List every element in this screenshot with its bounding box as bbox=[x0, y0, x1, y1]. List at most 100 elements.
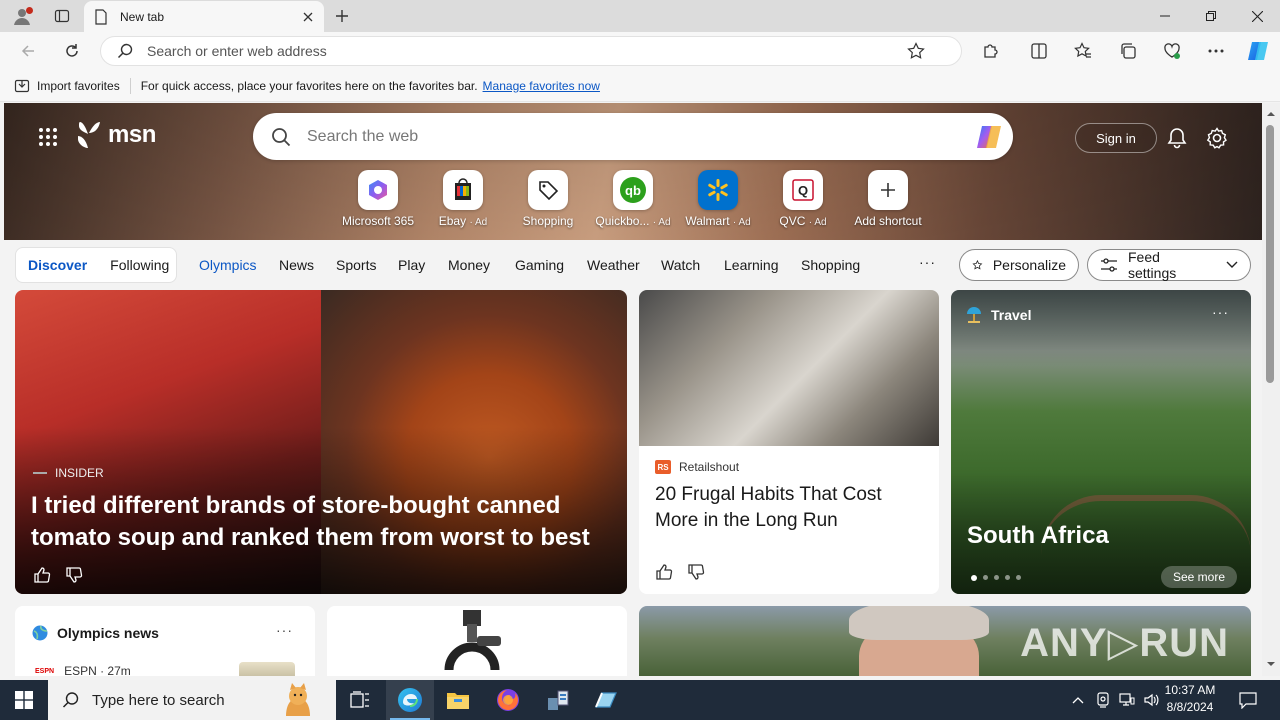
category-learning[interactable]: Learning bbox=[724, 257, 779, 273]
performance-button[interactable] bbox=[1157, 37, 1187, 65]
favorites-bar: Import favorites For quick access, place… bbox=[0, 70, 1280, 102]
waffle-icon bbox=[39, 128, 57, 146]
collections-button[interactable] bbox=[1113, 37, 1143, 65]
product-card[interactable] bbox=[327, 606, 627, 676]
taskbar-search[interactable]: Type here to search bbox=[48, 680, 336, 720]
olympics-news-title: Olympics news bbox=[57, 625, 159, 641]
personalize-button[interactable]: Personalize bbox=[959, 249, 1079, 281]
web-search-input[interactable] bbox=[307, 127, 947, 146]
add-shortcut-button[interactable]: Add shortcut bbox=[845, 170, 931, 228]
shortcut-walmart[interactable]: Walmart · Ad bbox=[675, 170, 761, 228]
thumbs-down-icon[interactable] bbox=[65, 566, 83, 584]
copilot-icon[interactable] bbox=[973, 121, 1005, 153]
page-scrollbar[interactable] bbox=[1262, 103, 1280, 676]
action-center-button[interactable] bbox=[1234, 680, 1262, 720]
espn-logo: ESPN bbox=[35, 667, 55, 675]
start-button[interactable] bbox=[0, 680, 48, 720]
copilot-icon bbox=[1248, 42, 1268, 60]
taskbar-eraser-app[interactable] bbox=[582, 680, 630, 720]
article-title[interactable]: 20 Frugal Habits That Cost More in the L… bbox=[655, 482, 925, 534]
app-launcher-button[interactable] bbox=[38, 127, 58, 150]
taskbar-network-app[interactable] bbox=[534, 680, 582, 720]
tab-following[interactable]: Following bbox=[110, 257, 169, 273]
scroll-up-arrow-icon[interactable] bbox=[1266, 109, 1276, 119]
category-watch[interactable]: Watch bbox=[661, 257, 700, 273]
category-money[interactable]: Money bbox=[448, 257, 490, 273]
manage-favorites-link[interactable]: Manage favorites now bbox=[483, 79, 600, 93]
split-screen-button[interactable] bbox=[1024, 37, 1054, 65]
thumbs-up-icon[interactable] bbox=[655, 563, 673, 581]
favorites-button[interactable] bbox=[1068, 37, 1098, 65]
task-view-button[interactable] bbox=[336, 680, 384, 720]
tab-actions-button[interactable] bbox=[48, 4, 76, 28]
tab-new-tab[interactable]: New tab bbox=[84, 1, 324, 32]
category-gaming[interactable]: Gaming bbox=[515, 257, 564, 273]
favorite-star-icon[interactable] bbox=[907, 42, 925, 60]
category-sports[interactable]: Sports bbox=[336, 257, 376, 273]
copilot-button[interactable] bbox=[1243, 37, 1273, 65]
more-categories-button[interactable]: ··· bbox=[919, 254, 936, 270]
ad-label: · Ad bbox=[652, 217, 671, 228]
import-favorites-label: Import favorites bbox=[37, 78, 120, 93]
tab-discover[interactable]: Discover bbox=[28, 257, 87, 273]
taskbar-clock[interactable]: 10:37 AM 8/8/2024 bbox=[1160, 682, 1220, 718]
import-favorites-button[interactable]: Import favorites bbox=[14, 78, 120, 94]
scroll-down-arrow-icon[interactable] bbox=[1266, 659, 1276, 669]
travel-place-title[interactable]: South Africa bbox=[967, 522, 1109, 550]
extensions-button[interactable] bbox=[976, 37, 1006, 65]
category-play[interactable]: Play bbox=[398, 257, 425, 273]
notifications-button[interactable] bbox=[1164, 125, 1190, 151]
restore-button[interactable] bbox=[1188, 0, 1234, 32]
article-title[interactable]: I tried different brands of store-bought… bbox=[31, 490, 611, 554]
featured-article-card[interactable]: INSIDER I tried different brands of stor… bbox=[15, 290, 627, 594]
web-search-box[interactable] bbox=[253, 113, 1013, 160]
article-card[interactable]: RS Retailshout 20 Frugal Habits That Cos… bbox=[639, 290, 939, 594]
minimize-button[interactable] bbox=[1142, 0, 1188, 32]
page-settings-button[interactable] bbox=[1204, 125, 1230, 151]
category-olympics[interactable]: Olympics bbox=[199, 257, 257, 273]
refresh-button[interactable] bbox=[58, 37, 86, 65]
shortcut-quickbooks[interactable]: qb Quickbo... · Ad bbox=[590, 170, 676, 228]
travel-header: Travel bbox=[965, 306, 1031, 324]
shortcut-ebay[interactable]: Ebay · Ad bbox=[420, 170, 506, 228]
settings-more-button[interactable] bbox=[1201, 37, 1231, 65]
feed-settings-button[interactable]: Feed settings bbox=[1087, 249, 1251, 281]
card-more-button[interactable]: ··· bbox=[276, 622, 293, 638]
more-horizontal-icon bbox=[1208, 49, 1224, 53]
category-shopping[interactable]: Shopping bbox=[801, 257, 860, 273]
shortcut-microsoft-365[interactable]: Microsoft 365 bbox=[335, 170, 421, 228]
shortcut-label: Shopping bbox=[522, 214, 574, 228]
address-bar[interactable] bbox=[100, 36, 962, 66]
new-tab-button[interactable] bbox=[330, 4, 354, 28]
scrollbar-thumb[interactable] bbox=[1266, 125, 1274, 383]
taskbar-file-explorer[interactable] bbox=[434, 680, 482, 720]
volume-button[interactable] bbox=[1140, 680, 1162, 720]
notification-center-icon bbox=[1239, 692, 1257, 709]
sign-in-button[interactable]: Sign in bbox=[1075, 123, 1157, 153]
card-more-button[interactable]: ··· bbox=[1212, 304, 1229, 320]
taskbar-firefox[interactable] bbox=[484, 680, 532, 720]
profile-button[interactable] bbox=[8, 4, 36, 28]
see-more-button[interactable]: See more bbox=[1160, 566, 1237, 588]
close-window-button[interactable] bbox=[1234, 0, 1280, 32]
title-bar: New tab bbox=[0, 0, 1280, 32]
network-status-button[interactable] bbox=[1116, 680, 1138, 720]
address-input[interactable] bbox=[147, 43, 907, 59]
category-weather[interactable]: Weather bbox=[587, 257, 640, 273]
msn-logo[interactable]: msn bbox=[76, 120, 156, 150]
back-button[interactable] bbox=[14, 37, 42, 65]
photo-article-card[interactable]: ANY▷RUN bbox=[639, 606, 1251, 676]
shortcut-shopping[interactable]: Shopping bbox=[505, 170, 591, 228]
category-news[interactable]: News bbox=[279, 257, 314, 273]
tray-app-icon[interactable] bbox=[1092, 680, 1114, 720]
show-hidden-icons-button[interactable] bbox=[1066, 680, 1090, 720]
travel-card[interactable]: Travel ··· South Africa See more bbox=[951, 290, 1251, 594]
close-tab-icon[interactable] bbox=[302, 11, 314, 23]
heart-pulse-icon bbox=[1164, 43, 1180, 59]
thumbs-up-icon[interactable] bbox=[33, 566, 51, 584]
shortcut-qvc[interactable]: Q QVC · Ad bbox=[760, 170, 846, 228]
thumbs-down-icon[interactable] bbox=[687, 563, 705, 581]
source-name: INSIDER bbox=[55, 466, 104, 480]
olympics-news-card[interactable]: Olympics news ··· ESPN ESPN · 27m bbox=[15, 606, 315, 676]
taskbar-edge[interactable] bbox=[386, 680, 434, 720]
